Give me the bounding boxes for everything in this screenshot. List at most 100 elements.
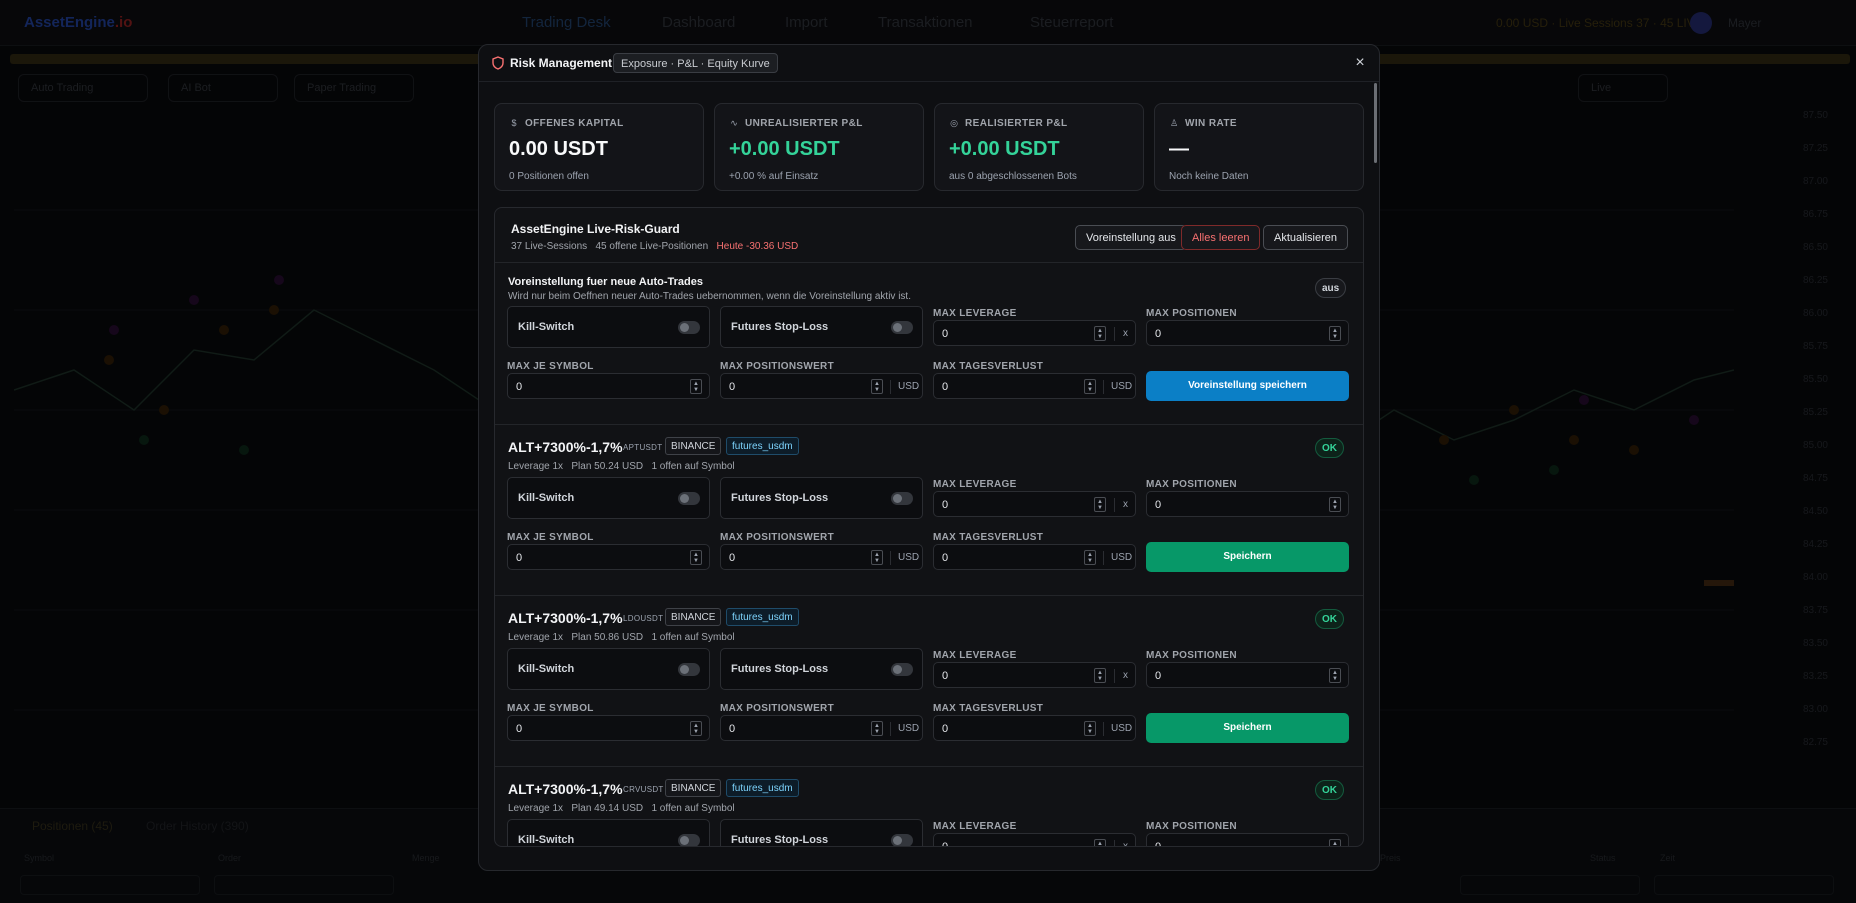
stepper-icon[interactable]: ▲▼ bbox=[1094, 326, 1106, 341]
max-leverage-field[interactable]: ▲▼ x bbox=[933, 833, 1136, 846]
stepper-icon[interactable]: ▲▼ bbox=[1329, 497, 1341, 512]
max-positions-field[interactable]: ▲▼ bbox=[1146, 491, 1349, 517]
max-leverage-field[interactable]: ▲▼ x bbox=[933, 662, 1136, 688]
stepper-icon[interactable]: ▲▼ bbox=[871, 721, 883, 736]
max-leverage-input[interactable] bbox=[942, 839, 1042, 846]
max-positions-field[interactable]: ▲▼ bbox=[1146, 320, 1349, 346]
kill-switch-toggle[interactable] bbox=[678, 492, 700, 505]
max-positions-field[interactable]: ▲▼ bbox=[1146, 662, 1349, 688]
kill-switch-toggle[interactable] bbox=[678, 663, 700, 676]
stat-card-open-capital: $ OFFENES KAPITAL 0.00 USDT 0 Positionen… bbox=[494, 103, 704, 191]
bot-meta: Leverage 1x Plan 50.86 USD 1 offen auf S… bbox=[508, 632, 735, 643]
max-daily-loss-field[interactable]: ▲▼ USD bbox=[933, 373, 1136, 399]
stat-value: — bbox=[1169, 138, 1189, 160]
stat-label: UNREALISIERTER P&L bbox=[745, 118, 863, 129]
kill-switch-toggle[interactable] bbox=[678, 321, 700, 334]
max-positions-input[interactable] bbox=[1155, 497, 1255, 512]
futures-stop-loss-toggle[interactable] bbox=[891, 492, 913, 505]
stepper-icon[interactable]: ▲▼ bbox=[690, 379, 702, 394]
futures-stop-loss-toggle[interactable] bbox=[891, 834, 913, 846]
stepper-icon[interactable]: ▲▼ bbox=[871, 379, 883, 394]
max-position-value-field[interactable]: ▲▼ USD bbox=[720, 544, 923, 570]
max-position-value-field[interactable]: ▲▼ USD bbox=[720, 373, 923, 399]
max-leverage-field[interactable]: ▲▼ x bbox=[933, 491, 1136, 517]
market-badge: futures_usdm bbox=[726, 779, 799, 797]
modal-body[interactable]: $ OFFENES KAPITAL 0.00 USDT 0 Positionen… bbox=[479, 83, 1379, 870]
max-positions-input[interactable] bbox=[1155, 839, 1255, 846]
stepper-icon[interactable]: ▲▼ bbox=[1094, 497, 1106, 512]
preset-title: Voreinstellung fuer neue Auto-Trades bbox=[508, 276, 703, 288]
max-daily-loss-field[interactable]: ▲▼ USD bbox=[933, 544, 1136, 570]
stepper-icon[interactable]: ▲▼ bbox=[1084, 550, 1096, 565]
exchange-badge: BINANCE bbox=[665, 779, 722, 797]
max-position-value-input[interactable] bbox=[729, 379, 829, 394]
futures-stop-loss-label: Futures Stop-Loss bbox=[731, 321, 829, 333]
save-button[interactable]: Speichern bbox=[1146, 542, 1349, 572]
trophy-icon: ♙ bbox=[1169, 118, 1179, 128]
bot-block-apt: ALT+7300%-1,7% APTUSDT BINANCE futures_u… bbox=[495, 425, 1363, 596]
stepper-icon[interactable]: ▲▼ bbox=[690, 550, 702, 565]
stepper-icon[interactable]: ▲▼ bbox=[1329, 326, 1341, 341]
modal-subtitle-badge: Exposure · P&L · Equity Kurve bbox=[613, 53, 778, 73]
scrollbar-thumb[interactable] bbox=[1374, 83, 1377, 163]
save-button[interactable]: Speichern bbox=[1146, 713, 1349, 743]
max-per-symbol-input[interactable] bbox=[516, 550, 616, 565]
stat-value: 0.00 USDT bbox=[509, 138, 608, 160]
max-positions-input[interactable] bbox=[1155, 326, 1255, 341]
max-daily-loss-input[interactable] bbox=[942, 379, 1042, 394]
bot-meta: Leverage 1x Plan 50.24 USD 1 offen auf S… bbox=[508, 461, 735, 472]
stepper-icon[interactable]: ▲▼ bbox=[1094, 839, 1106, 846]
kill-switch-toggle[interactable] bbox=[678, 834, 700, 846]
max-leverage-input[interactable] bbox=[942, 497, 1042, 512]
futures-stop-loss-row: Futures Stop-Loss bbox=[720, 819, 923, 846]
max-per-symbol-label: MAX JE SYMBOL bbox=[507, 361, 594, 372]
stepper-icon[interactable]: ▲▼ bbox=[1084, 721, 1096, 736]
max-per-symbol-field[interactable]: ▲▼ bbox=[507, 373, 710, 399]
max-leverage-label: MAX LEVERAGE bbox=[933, 308, 1017, 319]
max-position-value-field[interactable]: ▲▼ USD bbox=[720, 715, 923, 741]
max-positions-label: MAX POSITIONEN bbox=[1146, 821, 1237, 832]
max-leverage-label: MAX LEVERAGE bbox=[933, 650, 1017, 661]
close-icon[interactable]: × bbox=[1351, 54, 1369, 72]
max-daily-loss-input[interactable] bbox=[942, 721, 1042, 736]
unit-divider bbox=[1114, 840, 1115, 846]
unit-usd: USD bbox=[898, 552, 920, 563]
unit-divider bbox=[1114, 498, 1115, 512]
stepper-icon[interactable]: ▲▼ bbox=[1094, 668, 1106, 683]
futures-stop-loss-label: Futures Stop-Loss bbox=[731, 492, 829, 504]
max-daily-loss-input[interactable] bbox=[942, 550, 1042, 565]
max-daily-loss-field[interactable]: ▲▼ USD bbox=[933, 715, 1136, 741]
max-leverage-input[interactable] bbox=[942, 668, 1042, 683]
futures-stop-loss-toggle[interactable] bbox=[891, 321, 913, 334]
risk-management-modal: Risk Management Exposure · P&L · Equity … bbox=[478, 44, 1380, 871]
max-position-value-input[interactable] bbox=[729, 721, 829, 736]
max-position-value-label: MAX POSITIONSWERT bbox=[720, 703, 834, 714]
futures-stop-loss-toggle[interactable] bbox=[891, 663, 913, 676]
max-per-symbol-input[interactable] bbox=[516, 379, 616, 394]
bot-status-badge: OK bbox=[1315, 609, 1344, 629]
stepper-icon[interactable]: ▲▼ bbox=[690, 721, 702, 736]
max-positions-input[interactable] bbox=[1155, 668, 1255, 683]
max-leverage-input[interactable] bbox=[942, 326, 1042, 341]
stepper-icon[interactable]: ▲▼ bbox=[1329, 668, 1341, 683]
bot-status-badge: OK bbox=[1315, 780, 1344, 800]
save-preset-button[interactable]: Voreinstellung speichern bbox=[1146, 371, 1349, 401]
exchange-badge: BINANCE bbox=[665, 437, 722, 455]
refresh-button[interactable]: Aktualisieren bbox=[1263, 225, 1348, 250]
max-per-symbol-field[interactable]: ▲▼ bbox=[507, 544, 710, 570]
stepper-icon[interactable]: ▲▼ bbox=[1084, 379, 1096, 394]
clear-all-button[interactable]: Alles leeren bbox=[1181, 225, 1261, 250]
bot-meta: Leverage 1x Plan 49.14 USD 1 offen auf S… bbox=[508, 803, 735, 814]
preset-off-button[interactable]: Voreinstellung aus bbox=[1075, 225, 1187, 250]
kill-switch-row: Kill-Switch bbox=[507, 306, 710, 348]
max-position-value-input[interactable] bbox=[729, 550, 829, 565]
stat-sub: 0 Positionen offen bbox=[509, 171, 589, 182]
stepper-icon[interactable]: ▲▼ bbox=[871, 550, 883, 565]
unit-x: x bbox=[1123, 670, 1128, 681]
kill-switch-label: Kill-Switch bbox=[518, 321, 575, 333]
max-leverage-field[interactable]: ▲▼ x bbox=[933, 320, 1136, 346]
max-positions-field[interactable]: ▲▼ bbox=[1146, 833, 1349, 846]
stepper-icon[interactable]: ▲▼ bbox=[1329, 839, 1341, 846]
max-per-symbol-field[interactable]: ▲▼ bbox=[507, 715, 710, 741]
max-per-symbol-input[interactable] bbox=[516, 721, 616, 736]
